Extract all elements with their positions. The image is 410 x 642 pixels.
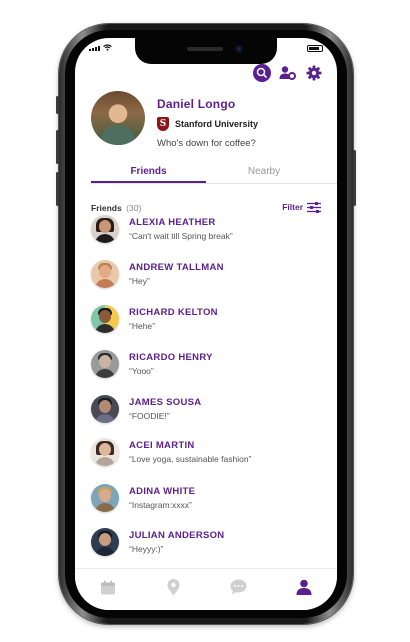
profile-avatar[interactable] <box>91 91 145 145</box>
battery-icon <box>307 45 323 52</box>
search-icon[interactable] <box>253 64 271 82</box>
profile-status: Who's down for coffee? <box>157 138 256 149</box>
friend-message: “FOODIE!” <box>129 411 170 421</box>
school-name: Stanford University <box>175 119 259 129</box>
friend-message: “Hehe” <box>129 321 155 331</box>
avatar <box>91 350 119 378</box>
status-bar-signal <box>89 44 112 51</box>
friend-message: “Instagram:xxxx” <box>129 500 192 510</box>
friend-message: “Heyyy:)” <box>129 544 164 554</box>
tab-nearby[interactable]: Nearby <box>206 162 322 183</box>
add-friend-icon[interactable] <box>279 64 297 82</box>
list-item[interactable]: ALEXIA HEATHER “Can't wait till Spring b… <box>91 215 233 243</box>
speaker <box>187 47 223 51</box>
friends-count: (30) <box>126 203 142 213</box>
header-actions <box>253 64 323 82</box>
wifi-icon <box>103 44 112 51</box>
profile-header: Daniel Longo S Stanford University Who's… <box>91 91 258 149</box>
friend-message: “Love yoga, sustainable fashion” <box>129 454 252 464</box>
front-camera <box>235 45 243 53</box>
chat-icon[interactable] <box>229 577 249 597</box>
avatar <box>91 305 119 333</box>
stanford-logo-icon: S <box>157 117 169 131</box>
location-pin-icon[interactable] <box>163 577 183 597</box>
friend-name: ALEXIA HEATHER <box>129 217 216 228</box>
list-item[interactable]: RICARDO HENRY “Yooo” <box>91 350 213 378</box>
tab-bar: Friends Nearby <box>91 162 337 184</box>
friend-name: JAMES SOUSA <box>129 397 202 408</box>
avatar <box>91 395 119 423</box>
friend-name: ADINA WHITE <box>129 486 196 497</box>
notch <box>135 38 277 64</box>
friends-title: Friends (30) <box>91 198 141 216</box>
silent-switch <box>56 96 59 114</box>
filter-label: Filter <box>282 202 303 212</box>
avatar <box>91 438 119 466</box>
avatar <box>91 215 119 243</box>
friends-label: Friends <box>91 203 122 213</box>
friend-message: “Hey” <box>129 276 150 286</box>
volume-down-button <box>56 172 59 206</box>
friend-name: JULIAN ANDERSON <box>129 530 225 541</box>
list-item[interactable]: JULIAN ANDERSON “Heyyy:)” <box>91 528 224 556</box>
friend-message: “Can't wait till Spring break” <box>129 231 233 241</box>
bottom-nav <box>75 568 337 610</box>
tab-friends[interactable]: Friends <box>91 162 206 183</box>
friend-name: ANDREW TALLMAN <box>129 262 224 273</box>
list-item[interactable]: ADINA WHITE “Instagram:xxxx” <box>91 484 195 512</box>
calendar-icon[interactable] <box>98 577 118 597</box>
signal-icon <box>89 46 100 51</box>
app-screen: Daniel Longo S Stanford University Who's… <box>75 38 337 610</box>
profile-info: Daniel Longo S Stanford University Who's… <box>157 91 258 149</box>
list-item[interactable]: ANDREW TALLMAN “Hey” <box>91 260 224 288</box>
friend-name: RICHARD KELTON <box>129 307 218 318</box>
avatar <box>91 528 119 556</box>
list-item[interactable]: RICHARD KELTON “Hehe” <box>91 305 218 333</box>
profile-icon[interactable] <box>294 577 314 597</box>
avatar <box>91 484 119 512</box>
school-row: S Stanford University <box>157 117 258 131</box>
friend-name: RICARDO HENRY <box>129 352 213 363</box>
filter-button[interactable]: Filter <box>282 201 321 213</box>
volume-up-button <box>56 130 59 164</box>
profile-name: Daniel Longo <box>157 97 236 111</box>
gear-icon[interactable] <box>305 64 323 82</box>
friend-name: ACEI MARTIN <box>129 440 195 451</box>
filter-sliders-icon <box>307 201 321 213</box>
friend-message: “Yooo” <box>129 366 154 376</box>
power-button <box>353 150 356 206</box>
friends-list-header: Friends (30) Filter <box>91 198 321 216</box>
list-item[interactable]: ACEI MARTIN “Love yoga, sustainable fash… <box>91 438 251 466</box>
avatar <box>91 260 119 288</box>
list-item[interactable]: JAMES SOUSA “FOODIE!” <box>91 395 201 423</box>
